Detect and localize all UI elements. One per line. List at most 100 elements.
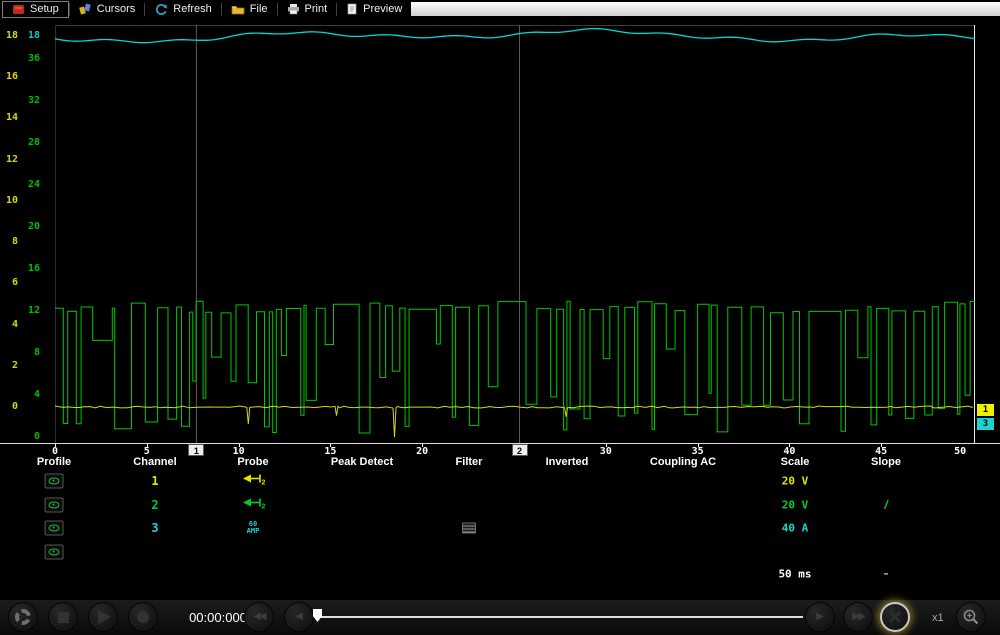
menu-print[interactable]: Print bbox=[278, 1, 337, 17]
print-icon bbox=[287, 4, 299, 15]
stop-icon bbox=[57, 611, 69, 623]
preview-icon bbox=[347, 3, 357, 15]
channel-scale[interactable]: 20 V bbox=[782, 475, 809, 488]
time-marker-2[interactable]: 2 bbox=[511, 444, 528, 456]
menu-print-label: Print bbox=[304, 3, 328, 15]
timebase-slope: - bbox=[883, 565, 889, 582]
timebase-scale[interactable]: 50 ms bbox=[778, 568, 811, 581]
menu-refresh[interactable]: Refresh bbox=[145, 1, 221, 17]
menu-file-label: File bbox=[249, 3, 268, 15]
profile-eye-button[interactable] bbox=[44, 544, 64, 560]
play-button[interactable] bbox=[88, 602, 118, 632]
menu-toolbar: Setup Cursors Refresh File Print Preview bbox=[0, 0, 1000, 18]
svg-text:2: 2 bbox=[262, 480, 266, 486]
channel-number[interactable]: 3 bbox=[151, 521, 158, 535]
y-axis-label: 14 bbox=[5, 112, 18, 124]
timeline-scrubber[interactable] bbox=[315, 616, 803, 618]
magnifier-icon bbox=[963, 609, 979, 625]
zoom-factor-label: x1 bbox=[932, 612, 944, 624]
y-axis-label: 24 bbox=[27, 179, 40, 190]
column-header: Peak Detect bbox=[330, 456, 394, 468]
zoom-button[interactable] bbox=[956, 602, 986, 632]
cursors-icon bbox=[78, 3, 91, 15]
y-axis-label: 8 bbox=[11, 236, 18, 248]
y-axis-label: 32 bbox=[27, 95, 40, 106]
channel-settings-table: Profile Channel Probe Peak Detect Filter Inve… bbox=[0, 456, 1000, 600]
file-icon bbox=[231, 5, 245, 14]
profile-eye-button[interactable] bbox=[44, 473, 64, 489]
column-header: Slope bbox=[871, 456, 901, 468]
menu-file[interactable]: File bbox=[222, 1, 277, 17]
y-axis-label: 0 bbox=[11, 401, 18, 412]
toolbar-spacer bbox=[411, 2, 1000, 16]
filter-indicator[interactable] bbox=[462, 522, 476, 534]
menu-preview-label: Preview bbox=[363, 3, 403, 15]
setup-icon bbox=[13, 4, 24, 14]
channel-tag-3[interactable]: 3 bbox=[977, 418, 994, 430]
y-axis-label: 4 bbox=[33, 389, 40, 400]
step-forward-icon: ▶ bbox=[816, 611, 824, 622]
step-back-button[interactable]: ◀ bbox=[284, 602, 314, 632]
step-forward-button[interactable]: ▶ bbox=[805, 602, 835, 632]
skip-back-button[interactable]: ◀◀ bbox=[244, 602, 274, 632]
y-axis-label: 16 bbox=[27, 263, 40, 274]
probe-icon[interactable]: 2 bbox=[240, 495, 266, 514]
stop-button[interactable] bbox=[48, 602, 78, 632]
column-header: Scale bbox=[780, 456, 810, 468]
refresh-icon bbox=[156, 3, 168, 15]
skip-forward-button[interactable]: ▶▶ bbox=[843, 602, 873, 632]
skip-back-icon: ◀◀ bbox=[253, 611, 266, 622]
menu-setup-label: Setup bbox=[30, 3, 59, 15]
channel-scale[interactable]: 20 V bbox=[782, 498, 809, 511]
skip-forward-icon: ▶▶ bbox=[852, 611, 865, 622]
menu-cursors[interactable]: Cursors bbox=[70, 1, 145, 17]
y-axis-label: 2 bbox=[11, 359, 18, 371]
time-marker-1[interactable]: 1 bbox=[188, 444, 205, 456]
y-axis-label: 12 bbox=[5, 153, 18, 165]
column-header: Channel bbox=[133, 456, 177, 468]
transport-bar: 00:00:000 ◀◀ ◀ ▶ ▶▶ x1 bbox=[0, 600, 1000, 635]
gear-icon bbox=[15, 609, 31, 625]
y-axis-label: 10 bbox=[5, 194, 18, 206]
zoom-reset-button[interactable] bbox=[880, 602, 910, 632]
record-icon bbox=[137, 611, 149, 623]
settings-button[interactable] bbox=[8, 602, 38, 632]
channel-scale[interactable]: 40 A bbox=[782, 522, 809, 535]
time-axis: 051015203035404550 ms12 bbox=[0, 443, 1000, 468]
y-axis-label: 6 bbox=[11, 277, 18, 289]
y-axis-label: 0 bbox=[33, 431, 40, 442]
record-button[interactable] bbox=[128, 602, 158, 632]
channel-number[interactable]: 1 bbox=[151, 474, 158, 488]
column-header: Inverted bbox=[545, 456, 589, 468]
probe-icon[interactable]: 2 bbox=[240, 472, 266, 491]
scrubber-handle[interactable] bbox=[313, 609, 322, 622]
step-back-icon: ◀ bbox=[295, 611, 303, 622]
menu-setup[interactable]: Setup bbox=[2, 0, 69, 18]
y-axis-label: 18 bbox=[27, 30, 40, 41]
y-axis-label: 20 bbox=[27, 221, 40, 232]
svg-text:2: 2 bbox=[262, 503, 266, 509]
waveform-plot bbox=[55, 25, 975, 443]
menu-refresh-label: Refresh bbox=[173, 3, 212, 15]
y-axis-label: 16 bbox=[5, 71, 18, 83]
scope-display: 18 16 14 12 10 8 6 4 2 0 36 32 28 24 20 16 12 8 4 0 18 1 3 bbox=[0, 18, 1000, 443]
menu-preview[interactable]: Preview bbox=[337, 1, 411, 17]
channel-tag-1[interactable]: 1 bbox=[977, 404, 994, 416]
play-icon bbox=[98, 610, 111, 624]
slope-indicator[interactable]: / bbox=[884, 498, 887, 512]
y-axis-label: 12 bbox=[27, 305, 40, 316]
profile-eye-button[interactable] bbox=[44, 520, 64, 536]
y-axis-label: 8 bbox=[33, 347, 40, 358]
column-header: Probe bbox=[237, 456, 269, 468]
channel-number[interactable]: 2 bbox=[151, 498, 158, 512]
column-header: Profile bbox=[36, 456, 72, 468]
column-header: Filter bbox=[455, 456, 483, 468]
y-axis-label: 28 bbox=[27, 137, 40, 148]
y-axis-label: 4 bbox=[11, 318, 18, 330]
profile-eye-button[interactable] bbox=[44, 497, 64, 513]
y-axis-label: 18 bbox=[5, 30, 18, 42]
menu-cursors-label: Cursors bbox=[96, 3, 136, 15]
y-axis-label: 36 bbox=[27, 53, 40, 64]
column-header: Coupling AC bbox=[649, 456, 717, 468]
probe-icon[interactable]: 60 AMP bbox=[247, 521, 260, 535]
